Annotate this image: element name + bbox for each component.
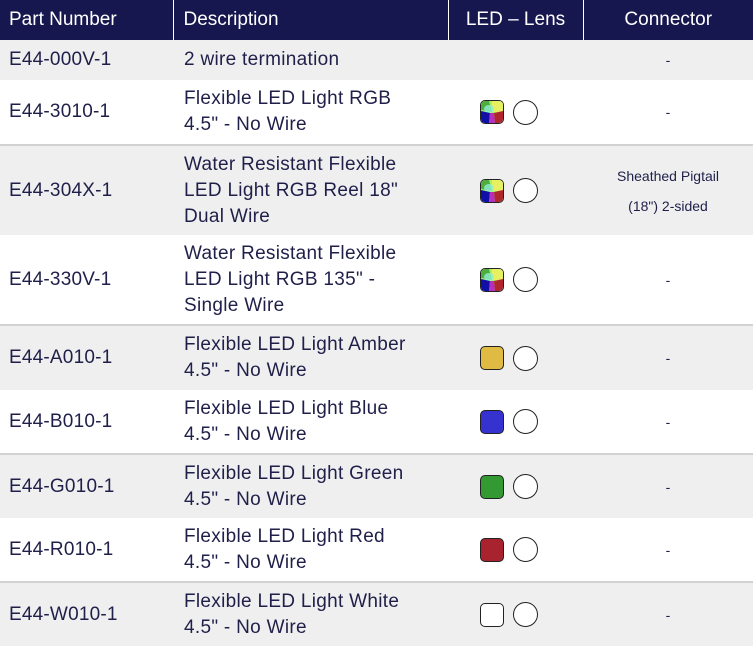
connector-cell: Sheathed Pigtail (18") 2-sided — [583, 145, 753, 235]
part-number-cell: E44-W010-1 — [0, 582, 173, 646]
description-cell: 2 wire termination — [173, 40, 448, 80]
part-number-cell: E44-000V-1 — [0, 40, 173, 80]
red-led-swatch-icon — [480, 537, 504, 562]
connector-cell: - — [583, 235, 753, 326]
clear-lens-icon — [513, 537, 538, 562]
part-number-cell: E44-304X-1 — [0, 145, 173, 235]
table-row: E44-330V-1 Water Resistant Flexible LED L… — [0, 235, 753, 326]
led-lens-cell — [448, 582, 583, 646]
description-cell: Flexible LED Light Blue 4.5" - No Wire — [173, 390, 448, 455]
part-number-cell: E44-330V-1 — [0, 235, 173, 326]
part-number-cell: E44-R010-1 — [0, 518, 173, 583]
connector-cell: - — [583, 390, 753, 455]
clear-lens-icon — [513, 99, 538, 125]
description-cell: Flexible LED Light Red 4.5" - No Wire — [173, 518, 448, 583]
part-number-cell: E44-A010-1 — [0, 325, 173, 390]
led-lens-cell — [448, 518, 583, 583]
led-lens-cell — [448, 235, 583, 326]
connector-cell: - — [583, 582, 753, 646]
table-row: E44-G010-1 Flexible LED Light Green 4.5" … — [0, 454, 753, 518]
parts-table: Part Number Description LED – Lens Conne… — [0, 0, 753, 646]
table-row: E44-B010-1 Flexible LED Light Blue 4.5" -… — [0, 390, 753, 455]
led-lens-group — [448, 602, 583, 627]
connector-cell: - — [583, 325, 753, 390]
header-connector: Connector — [582, 0, 753, 40]
connector-cell: - — [583, 518, 753, 583]
description-cell: Flexible LED Light Amber 4.5" - No Wire — [173, 325, 448, 390]
white-led-swatch-icon — [480, 602, 504, 627]
led-lens-group — [448, 537, 583, 562]
connector-cell: - — [583, 80, 753, 146]
table-row: E44-R010-1 Flexible LED Light Red 4.5" - … — [0, 518, 753, 583]
rgb-led-swatch-icon — [480, 100, 504, 124]
connector-cell: - — [583, 40, 753, 80]
led-lens-cell — [448, 325, 583, 390]
led-lens-cell — [448, 40, 583, 80]
led-lens-group — [448, 178, 583, 203]
clear-lens-icon — [513, 345, 538, 371]
clear-lens-icon — [513, 474, 538, 499]
part-number-cell: E44-B010-1 — [0, 390, 173, 455]
table-row: E44-W010-1 Flexible LED Light White 4.5" … — [0, 582, 753, 646]
header-led-lens: LED – Lens — [447, 0, 583, 40]
table-row: E44-A010-1 Flexible LED Light Amber 4.5" … — [0, 325, 753, 390]
led-lens-cell — [448, 145, 583, 235]
led-lens-group — [448, 474, 583, 499]
blue-led-swatch-icon — [480, 409, 504, 434]
description-cell: Flexible LED Light White 4.5" - No Wire — [173, 582, 448, 646]
clear-lens-icon — [513, 602, 538, 627]
table-row: E44-000V-1 2 wire termination - — [0, 40, 753, 80]
description-cell: Flexible LED Light Green 4.5" - No Wire — [173, 454, 448, 518]
led-lens-group — [448, 409, 583, 434]
description-cell: Water Resistant Flexible LED Light RGB 1… — [173, 235, 448, 326]
led-lens-group — [448, 267, 583, 292]
header-description: Description — [172, 0, 448, 40]
part-number-cell: E44-G010-1 — [0, 454, 173, 518]
led-lens-group — [448, 99, 583, 125]
rgb-led-swatch-icon — [480, 267, 504, 292]
rgb-led-swatch-icon — [480, 178, 504, 203]
description-cell: Flexible LED Light RGB 4.5" - No Wire — [173, 80, 448, 146]
table-row: E44-304X-1 Water Resistant Flexible LED L… — [0, 145, 753, 235]
green-led-swatch-icon — [480, 474, 504, 499]
table-header-row: Part Number Description LED – Lens Conne… — [0, 0, 753, 40]
table-body: E44-000V-1 2 wire termination - E44-3010-1 F… — [0, 40, 753, 646]
led-lens-group — [448, 345, 583, 371]
amber-led-swatch-icon — [480, 346, 504, 370]
header-part-number: Part Number — [0, 0, 173, 40]
table-row: E44-3010-1 Flexible LED Light RGB 4.5" - … — [0, 80, 753, 146]
description-cell: Water Resistant Flexible LED Light RGB R… — [173, 145, 448, 235]
clear-lens-icon — [513, 267, 538, 292]
connector-cell: - — [583, 454, 753, 518]
led-lens-cell — [448, 80, 583, 146]
clear-lens-icon — [513, 409, 538, 434]
led-lens-cell — [448, 454, 583, 518]
led-lens-cell — [448, 390, 583, 455]
part-number-cell: E44-3010-1 — [0, 80, 173, 146]
clear-lens-icon — [513, 178, 538, 203]
